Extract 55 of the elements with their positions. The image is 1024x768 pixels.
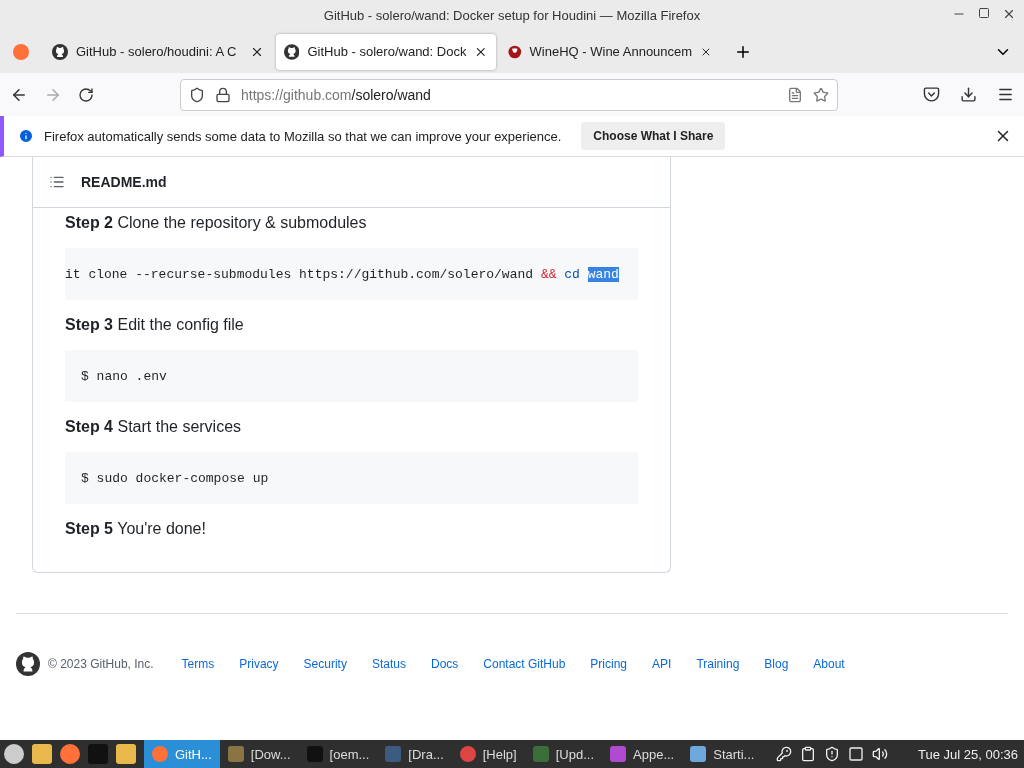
info-icon <box>18 128 34 144</box>
volume-icon[interactable] <box>872 746 889 762</box>
github-logo-icon <box>284 43 300 60</box>
url-text: https://github.com/solero/wand <box>241 86 432 103</box>
browser-tab[interactable]: GitHub - solero/houdini: A C <box>44 33 272 70</box>
maximize-icon[interactable] <box>978 7 990 19</box>
window-title: GitHub - solero/wand: Docker setup for Houdini — Mozilla Firefox <box>323 7 701 23</box>
notification-text: Firefox automatically sends some data to Mozilla so that we can improve your experience. <box>44 128 562 144</box>
github-logo-icon <box>16 652 40 676</box>
bookmark-star-icon[interactable] <box>813 86 829 103</box>
pocket-icon[interactable] <box>923 86 940 103</box>
footer-link[interactable]: Blog <box>764 657 789 671</box>
address-field[interactable]: https://github.com/solero/wand <box>180 78 838 111</box>
footer-link[interactable]: Training <box>696 657 740 671</box>
browser-tab[interactable]: WineHQ - Wine Announcem <box>500 33 720 70</box>
code-block: $ nano .env <box>65 350 638 402</box>
lock-icon[interactable] <box>215 86 231 103</box>
readme-title: README.md <box>81 174 167 190</box>
wine-glass-icon <box>508 43 522 60</box>
key-icon[interactable] <box>776 746 793 762</box>
taskbar-item[interactable]: [Dra... <box>377 740 452 768</box>
taskbar-item[interactable]: Appe... <box>602 740 683 768</box>
clipboard-icon[interactable] <box>800 746 817 762</box>
step-heading: Step 3 Edit the config file <box>65 316 245 334</box>
copyright-text: © 2023 GitHub, Inc. <box>48 657 154 671</box>
list-icon[interactable] <box>49 174 65 190</box>
footer-link[interactable]: Security <box>303 657 347 671</box>
footer-link[interactable]: Privacy <box>239 657 279 671</box>
code-block: $ sudo docker-compose up <box>65 452 638 504</box>
github-logo-icon <box>52 43 68 60</box>
footer-link[interactable]: Contact GitHub <box>483 657 566 671</box>
step-heading: Step 4 Start the services <box>65 418 243 436</box>
close-icon[interactable] <box>1002 7 1016 21</box>
footer-link[interactable]: About <box>813 657 845 671</box>
code-block: it clone --recurse-submodules https://github.com/solero/wand && cd wand <box>65 248 638 300</box>
reader-view-icon[interactable] <box>787 86 803 103</box>
clock-text: Tue Jul 25, 00:36 <box>918 746 1018 762</box>
taskbar-item[interactable]: [oem... <box>298 740 378 768</box>
choose-share-button[interactable]: Choose What I Share <box>581 122 726 150</box>
taskbar-item[interactable]: [Upd... <box>524 740 602 768</box>
footer-link[interactable]: API <box>652 657 672 671</box>
footer-link[interactable]: Docs <box>430 657 459 671</box>
step-heading: Step 2 Clone the repository & submodules <box>65 214 368 232</box>
menu-icon[interactable] <box>997 86 1014 103</box>
browser-tab[interactable]: GitHub - solero/wand: Dock <box>276 33 496 70</box>
taskbar-item[interactable]: GitH... <box>144 740 220 768</box>
taskbar-item[interactable]: [Dow... <box>219 740 299 768</box>
footer-link[interactable]: Terms <box>181 657 215 671</box>
taskbar-item[interactable]: Starti... <box>682 740 763 768</box>
footer-link[interactable]: Status <box>371 657 406 671</box>
reload-icon[interactable] <box>78 86 94 103</box>
window-icon[interactable] <box>848 746 865 762</box>
footer-link[interactable]: Pricing <box>590 657 628 671</box>
step-heading: Step 5 You're done! <box>65 520 207 538</box>
taskbar-item[interactable]: [Help] <box>451 740 525 768</box>
